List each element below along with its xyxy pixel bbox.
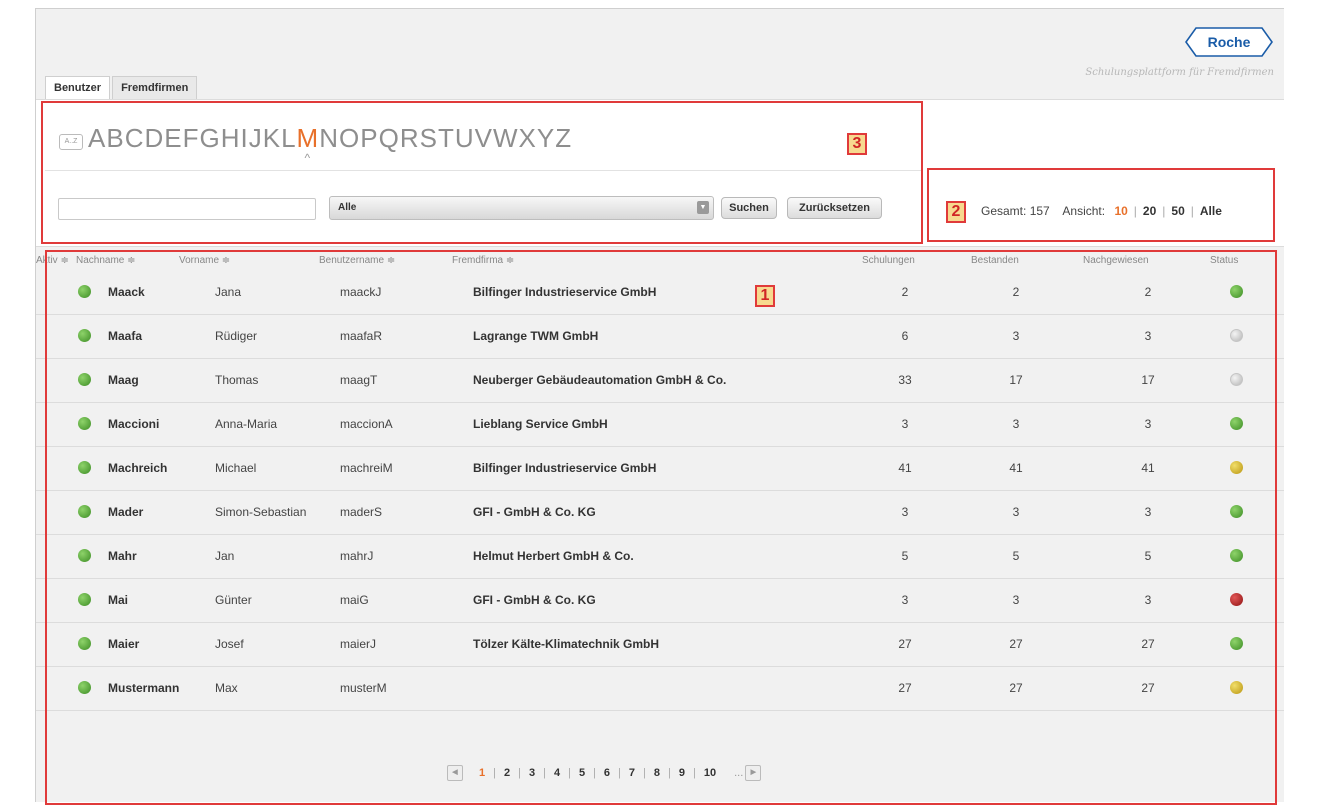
svg-text:Roche: Roche <box>1208 34 1251 50</box>
annotation-box-3 <box>41 101 923 244</box>
annotation-number-2: 2 <box>946 201 966 223</box>
tagline: Schulungsplattform für Fremdfirmen <box>1085 67 1274 78</box>
annotation-box-2 <box>927 168 1275 242</box>
annotation-number-1: 1 <box>755 285 775 307</box>
annotation-box-1 <box>45 250 1277 805</box>
tab-fremdfirmen[interactable]: Fremdfirmen <box>112 76 198 100</box>
tab-benutzer[interactable]: Benutzer <box>45 76 111 100</box>
annotation-number-3: 3 <box>847 133 867 155</box>
roche-logo: Roche <box>1185 27 1273 57</box>
tab-bar: Benutzer Fremdfirmen <box>45 76 199 100</box>
